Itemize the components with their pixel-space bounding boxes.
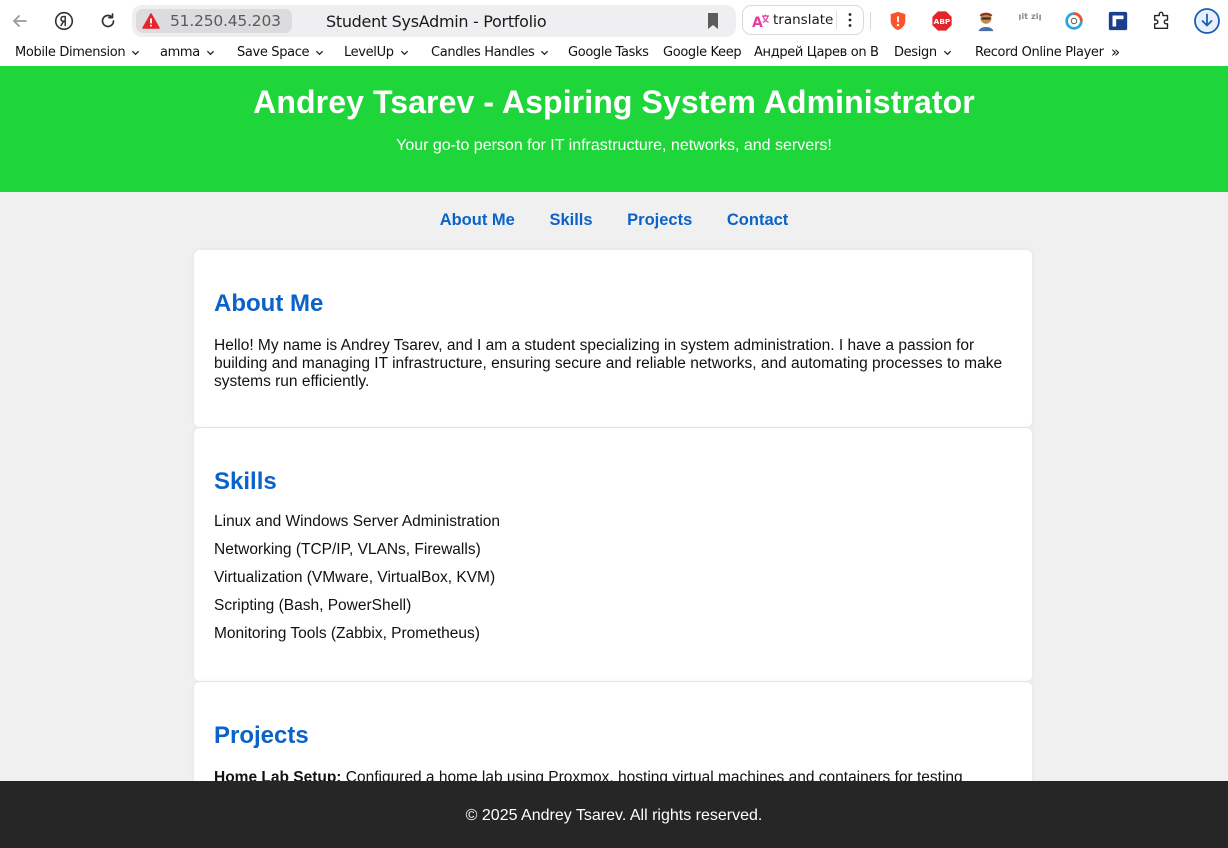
- character-avatar-icon: [978, 12, 994, 32]
- bookmark-label: Save Space: [237, 45, 310, 60]
- chevron-down-icon: [943, 50, 951, 56]
- bookmarks-overflow-button[interactable]: »: [1111, 43, 1120, 61]
- list-item: Monitoring Tools (Zabbix, Prometheus): [214, 625, 480, 642]
- bookmark-label: Google Tasks: [568, 45, 649, 60]
- download-icon: [1194, 8, 1220, 34]
- gitzip-icon: git zip: [1019, 11, 1041, 21]
- skills-section: Skills Linux and Windows Server Administ…: [194, 428, 1032, 681]
- list-item: Virtualization (VMware, VirtualBox, KVM): [214, 569, 496, 586]
- bookmark-icon[interactable]: [706, 12, 720, 30]
- gitzip-badge-text: git zip: [1019, 11, 1041, 21]
- gitzip-extension[interactable]: git zip: [1018, 9, 1042, 33]
- divider: [870, 12, 871, 30]
- more-options-icon[interactable]: [843, 11, 857, 29]
- yandex-home-button[interactable]: [51, 8, 77, 34]
- translate-label: translate: [773, 12, 834, 28]
- color-ring-extension[interactable]: [1062, 9, 1086, 33]
- shield-icon: [890, 11, 906, 31]
- ring-icon: [1065, 12, 1083, 30]
- bookmarks-bar: Mobile Dimension amma Save Space LevelUp…: [0, 42, 1228, 66]
- bookmark-folder-design[interactable]: Design: [894, 45, 952, 60]
- translate-icon: A: [752, 14, 769, 30]
- downloads-button[interactable]: [1193, 7, 1221, 35]
- bookmark-label: amma: [160, 45, 200, 60]
- translate-button[interactable]: A translate: [742, 5, 864, 35]
- copyright-text: © 2025 Andrey Tsarev. All rights reserve…: [465, 807, 763, 824]
- brave-shield-extension[interactable]: [886, 9, 910, 33]
- bookmark-label: Андрей Царев on Be: [754, 45, 878, 60]
- back-arrow-icon: [13, 15, 27, 27]
- about-heading: About Me: [214, 290, 324, 317]
- list-item: Linux and Windows Server Administration: [214, 513, 501, 530]
- project-label: Home Lab Setup:: [214, 769, 342, 781]
- about-section: About Me Hello! My name is Andrey Tsarev…: [194, 250, 1032, 427]
- warning-icon: [142, 13, 160, 29]
- divider: [836, 11, 837, 29]
- nav-link-contact[interactable]: Contact: [727, 211, 788, 229]
- list-item: Scripting (Bash, PowerShell): [214, 597, 412, 614]
- skills-heading: Skills: [214, 468, 277, 495]
- bookmark-folder-amma[interactable]: amma: [160, 45, 215, 60]
- page-heading: Andrey Tsarev - Aspiring System Administ…: [253, 84, 975, 120]
- bookmark-google-keep[interactable]: Google Keep: [663, 45, 742, 60]
- chevron-down-icon: [316, 50, 324, 56]
- adblock-icon: ABP: [932, 11, 952, 31]
- chevron-down-icon: [132, 50, 140, 56]
- chevron-down-icon: [206, 50, 214, 56]
- bookmark-folder-candles-handles[interactable]: Candles Handles: [431, 45, 549, 60]
- bookmark-google-tasks[interactable]: Google Tasks: [568, 45, 649, 60]
- bookmark-behance[interactable]: Андрей Царев on Be: [754, 45, 878, 60]
- address-bar[interactable]: 51.250.45.203 Student SysAdmin - Portfol…: [132, 5, 736, 37]
- bookmark-label: Candles Handles: [431, 45, 535, 60]
- nav-link-about[interactable]: About Me: [440, 211, 515, 229]
- about-paragraph: Hello! My name is Andrey Tsarev, and I a…: [214, 337, 1003, 391]
- avatar-extension[interactable]: [974, 9, 998, 33]
- bookmark-label: Mobile Dimension: [15, 45, 126, 60]
- site-navigation: About Me Skills Projects Contact: [0, 211, 1228, 230]
- bookmark-label: LevelUp: [344, 45, 394, 60]
- bookmark-folder-mobile-dimension[interactable]: Mobile Dimension: [15, 45, 140, 60]
- puzzle-icon: [1153, 11, 1169, 30]
- projects-heading: Projects: [214, 722, 309, 749]
- bookmark-folder-save-space[interactable]: Save Space: [237, 45, 324, 60]
- project-description: Configured a home lab using Proxmox, hos…: [341, 769, 963, 781]
- svg-text:A: A: [752, 15, 763, 30]
- page-viewport: Andrey Tsarev - Aspiring System Administ…: [0, 66, 1228, 781]
- back-button[interactable]: [7, 8, 33, 34]
- browser-chrome: 51.250.45.203 Student SysAdmin - Portfol…: [0, 0, 1228, 66]
- projects-section: Projects Home Lab Setup: Configured a ho…: [194, 682, 1032, 781]
- yandex-logo-icon: [54, 11, 74, 31]
- bookmark-label: Record Online Player: [975, 45, 1104, 60]
- window-icon: [1108, 11, 1128, 31]
- connection-warning-badge[interactable]: 51.250.45.203: [136, 9, 292, 33]
- bookmark-folder-levelup[interactable]: LevelUp: [344, 45, 409, 60]
- overflow-chevron-icon: »: [1111, 43, 1120, 61]
- bookmark-label: Design: [894, 45, 937, 60]
- site-footer: © 2025 Andrey Tsarev. All rights reserve…: [0, 781, 1228, 848]
- window-extension[interactable]: [1106, 9, 1130, 33]
- list-item: Networking (TCP/IP, VLANs, Firewalls): [214, 541, 481, 558]
- extensions-button[interactable]: [1150, 9, 1174, 33]
- browser-toolbar: 51.250.45.203 Student SysAdmin - Portfol…: [0, 0, 1228, 42]
- nav-link-projects[interactable]: Projects: [627, 211, 692, 229]
- adblock-plus-extension[interactable]: ABP: [930, 9, 954, 33]
- hero-header: Andrey Tsarev - Aspiring System Administ…: [0, 66, 1228, 192]
- abp-badge-text: ABP: [934, 17, 951, 26]
- page-title-in-omnibox: Student SysAdmin - Portfolio: [326, 12, 547, 31]
- project-item: Home Lab Setup: Configured a home lab us…: [214, 769, 1014, 781]
- skills-list: Linux and Windows Server Administration …: [214, 513, 500, 653]
- chevron-down-icon: [541, 50, 549, 56]
- nav-link-skills[interactable]: Skills: [549, 211, 592, 229]
- page-tagline: Your go-to person for IT infrastructure,…: [396, 137, 832, 154]
- bookmark-label: Google Keep: [663, 45, 742, 60]
- chevron-down-icon: [400, 50, 408, 56]
- reload-icon: [101, 13, 115, 28]
- reload-button[interactable]: [95, 8, 121, 34]
- bookmark-record-online-player[interactable]: Record Online Player: [975, 45, 1104, 60]
- url-text: 51.250.45.203: [170, 12, 281, 30]
